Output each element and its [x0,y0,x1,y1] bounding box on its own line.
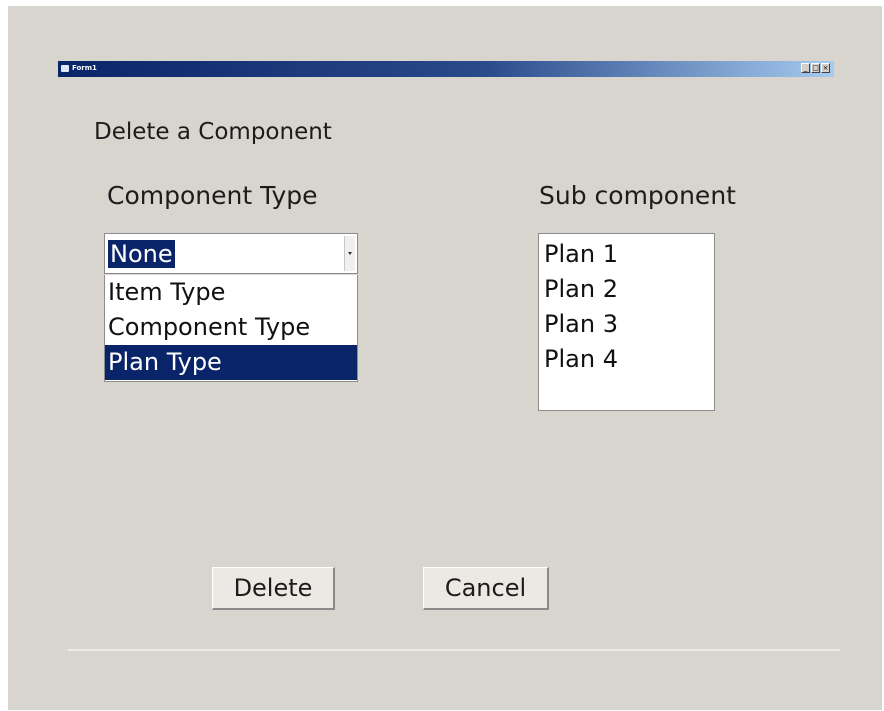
dropdown-option-item-type[interactable]: Item Type [105,275,357,310]
component-type-dropdown-list: Item Type Component Type Plan Type [104,275,358,382]
minimize-button[interactable]: _ [801,63,810,73]
chevron-down-icon [348,252,352,255]
bottom-divider [68,649,840,651]
component-type-combo[interactable]: None [104,233,358,274]
list-item[interactable]: Plan 1 [544,237,618,272]
combo-selected-value: None [108,240,175,268]
dropdown-arrow-button[interactable] [344,236,355,271]
cancel-button[interactable]: Cancel [423,567,549,610]
window-titlebar[interactable]: Form1 _ □ × [58,61,834,77]
component-type-label: Component Type [107,181,318,210]
list-item[interactable]: Plan 3 [544,307,618,342]
window-controls: _ □ × [801,63,830,73]
sub-component-label: Sub component [539,181,736,210]
delete-button[interactable]: Delete [212,567,335,610]
list-item[interactable]: Plan 4 [544,342,618,377]
list-item[interactable]: Plan 2 [544,272,618,307]
dropdown-option-component-type[interactable]: Component Type [105,310,357,345]
maximize-button[interactable]: □ [811,63,820,73]
window-title: Form1 [72,64,97,72]
dropdown-option-plan-type[interactable]: Plan Type [105,345,357,380]
sub-component-listbox[interactable]: Plan 1 Plan 2 Plan 3 Plan 4 [538,233,715,411]
app-icon [61,65,69,72]
form-heading: Delete a Component [94,119,332,145]
close-button[interactable]: × [821,63,830,73]
